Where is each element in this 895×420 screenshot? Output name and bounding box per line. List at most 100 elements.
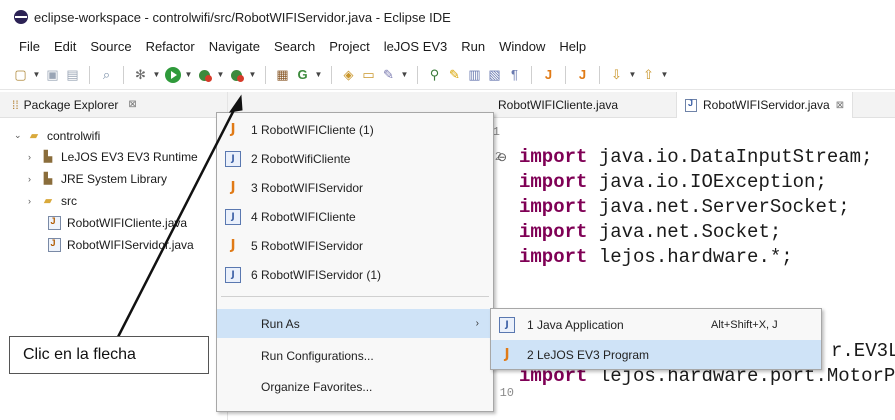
tree-item-label: RobotWIFICliente.java bbox=[67, 215, 188, 230]
menu-file[interactable]: File bbox=[12, 39, 47, 54]
coverage-icon[interactable] bbox=[228, 66, 245, 83]
lejos-upload-icon[interactable]: J bbox=[540, 66, 557, 83]
paragraph-icon[interactable]: ¶ bbox=[506, 66, 523, 83]
tree-item-label: RobotWIFIServidor.java bbox=[67, 237, 194, 252]
menu-item-run-history-1[interactable]: J 1 RobotWIFICliente (1) bbox=[217, 115, 493, 144]
save-icon[interactable]: ▣ bbox=[44, 66, 61, 83]
menu-run[interactable]: Run bbox=[454, 39, 492, 54]
tree-item-file[interactable]: RobotWIFIServidor.java bbox=[46, 234, 194, 255]
chevron-down-icon[interactable]: ▼ bbox=[660, 70, 669, 79]
menu-item-run-history-4[interactable]: J 4 RobotWIFICliente bbox=[217, 202, 493, 231]
menu-edit[interactable]: Edit bbox=[47, 39, 83, 54]
pin-icon[interactable]: ⚲ bbox=[426, 66, 443, 83]
tree-item-label: src bbox=[61, 193, 77, 208]
menu-item-run-history-2[interactable]: J 2 RobotWifiCliente bbox=[217, 144, 493, 173]
tab-label: RobotWIFICliente.java bbox=[498, 98, 619, 112]
toolbar-separator bbox=[599, 65, 600, 84]
tab-robotwifiservidor[interactable]: RobotWIFIServidor.java ⊠ bbox=[676, 92, 854, 118]
lejos-program-icon: J bbox=[230, 122, 236, 137]
open-folder-icon[interactable]: ▭ bbox=[360, 66, 377, 83]
chevron-right-icon[interactable]: › bbox=[28, 174, 40, 184]
menu-item-run-as[interactable]: Run As › bbox=[217, 309, 493, 338]
toolbar-separator bbox=[331, 65, 332, 84]
tree-item-src[interactable]: › ▰ src bbox=[28, 190, 77, 211]
tree-item-label: controlwifi bbox=[47, 128, 101, 143]
close-icon[interactable]: ⊠ bbox=[128, 99, 136, 110]
open-type-icon[interactable]: ◈ bbox=[340, 66, 357, 83]
lejos-program-icon: J bbox=[504, 347, 510, 362]
new-file-icon[interactable]: ▢ bbox=[12, 66, 29, 83]
chevron-down-icon[interactable]: ▼ bbox=[248, 70, 257, 79]
java-application-icon: J bbox=[225, 266, 241, 283]
chevron-down-icon[interactable]: ▼ bbox=[314, 70, 323, 79]
save-all-icon[interactable]: ▤ bbox=[64, 66, 81, 83]
chevron-right-icon: › bbox=[475, 318, 479, 329]
menu-search[interactable]: Search bbox=[267, 39, 322, 54]
chevron-down-icon[interactable]: ⌄ bbox=[14, 130, 26, 141]
run-history-menu: J 1 RobotWIFICliente (1) J 2 RobotWifiCl… bbox=[216, 112, 494, 412]
menu-item-label: 2 LeJOS EV3 Program bbox=[527, 347, 650, 362]
menu-item-run-history-6[interactable]: J 6 RobotWIFIServidor (1) bbox=[217, 260, 493, 289]
source-folder-icon: ▰ bbox=[43, 195, 53, 207]
outline-icon[interactable]: ▧ bbox=[486, 66, 503, 83]
tab-package-explorer[interactable]: ⁞⁞ Package Explorer ⊠ bbox=[0, 92, 227, 118]
package-explorer-icon: ⁞⁞ bbox=[12, 97, 19, 112]
menu-window[interactable]: Window bbox=[492, 39, 552, 54]
pen-icon[interactable]: ✎ bbox=[380, 66, 397, 83]
menu-item-label: 6 RobotWIFIServidor (1) bbox=[251, 267, 382, 282]
menu-item-label: Organize Favorites... bbox=[261, 379, 373, 394]
debug-icon[interactable] bbox=[196, 66, 213, 83]
tree-item-jre-library[interactable]: › ▙ JRE System Library bbox=[28, 168, 167, 189]
tab-robotwificliente[interactable]: RobotWIFICliente.java bbox=[490, 92, 626, 118]
code-line: import lejos.hardware.*; bbox=[519, 246, 793, 268]
menu-item-organize-favorites[interactable]: Organize Favorites... bbox=[217, 372, 493, 401]
keyboard-shortcut: Alt+Shift+X, J bbox=[711, 318, 778, 331]
settings-icon[interactable]: ✻ bbox=[132, 66, 149, 83]
toolbar-separator bbox=[531, 65, 532, 84]
toolbar-separator bbox=[265, 65, 266, 84]
menu-refactor[interactable]: Refactor bbox=[139, 39, 202, 54]
menu-item-lejos-ev3-program[interactable]: J 2 LeJOS EV3 Program bbox=[491, 340, 821, 369]
search-icon[interactable]: ⌕ bbox=[98, 66, 115, 83]
menu-project[interactable]: Project bbox=[322, 39, 376, 54]
menu-item-run-history-5[interactable]: J 5 RobotWIFIServidor bbox=[217, 231, 493, 260]
callout-text: Clic en la flecha bbox=[23, 346, 136, 363]
new-class-icon[interactable]: G bbox=[294, 66, 311, 83]
highlight-icon[interactable]: ✎ bbox=[446, 66, 463, 83]
main-toolbar: ▢ ▼ ▣ ▤ ⌕ ✻ ▼ ▼ ▼ ▼ ▦ G ▼ ◈ ▭ ✎ ▼ ⚲ ✎ ▥ … bbox=[0, 60, 895, 90]
lejos-run-icon[interactable]: J bbox=[574, 66, 591, 83]
menu-item-run-history-3[interactable]: J 3 RobotWIFIServidor bbox=[217, 173, 493, 202]
tree-item-lejos-runtime[interactable]: › ▙ LeJOS EV3 EV3 Runtime bbox=[28, 146, 198, 167]
menu-item-java-application[interactable]: J 1 Java Application Alt+Shift+X, J bbox=[491, 310, 821, 339]
menu-item-run-configurations[interactable]: Run Configurations... bbox=[217, 341, 493, 370]
toolbar-separator bbox=[123, 65, 124, 84]
chevron-down-icon[interactable]: ▼ bbox=[400, 70, 409, 79]
prev-annotation-icon[interactable]: ⇧ bbox=[640, 66, 657, 83]
block-icon[interactable]: ▥ bbox=[466, 66, 483, 83]
tree-item-file[interactable]: RobotWIFICliente.java bbox=[46, 212, 187, 233]
tree-item-project[interactable]: ⌄ ▰ controlwifi bbox=[14, 125, 100, 146]
close-icon[interactable]: ⊠ bbox=[836, 100, 844, 111]
chevron-right-icon[interactable]: › bbox=[28, 152, 40, 162]
chevron-down-icon[interactable]: ▼ bbox=[152, 70, 161, 79]
title-bar: eclipse-workspace - controlwifi/src/Robo… bbox=[0, 0, 895, 34]
menu-item-label: Run Configurations... bbox=[261, 348, 374, 363]
chevron-right-icon[interactable]: › bbox=[28, 196, 40, 206]
run-dropdown-arrow-icon[interactable]: ▼ bbox=[184, 70, 193, 79]
menu-navigate[interactable]: Navigate bbox=[202, 39, 267, 54]
code-line: import java.io.IOException; bbox=[519, 171, 827, 193]
grid-icon[interactable]: ▦ bbox=[274, 66, 291, 83]
menu-item-label: 3 RobotWIFIServidor bbox=[251, 180, 364, 195]
chevron-down-icon[interactable]: ▼ bbox=[216, 70, 225, 79]
menu-lejos-ev3[interactable]: leJOS EV3 bbox=[377, 39, 455, 54]
menu-source[interactable]: Source bbox=[83, 39, 138, 54]
java-file-icon bbox=[46, 237, 62, 252]
chevron-down-icon[interactable]: ▼ bbox=[32, 70, 41, 79]
menu-separator bbox=[221, 296, 489, 297]
run-icon[interactable] bbox=[164, 66, 181, 83]
chevron-down-icon[interactable]: ▼ bbox=[628, 70, 637, 79]
fold-toggle-icon[interactable]: ⊖ bbox=[497, 150, 507, 164]
next-annotation-icon[interactable]: ⇩ bbox=[608, 66, 625, 83]
menu-help[interactable]: Help bbox=[552, 39, 593, 54]
menu-item-label: Run As bbox=[261, 316, 300, 331]
